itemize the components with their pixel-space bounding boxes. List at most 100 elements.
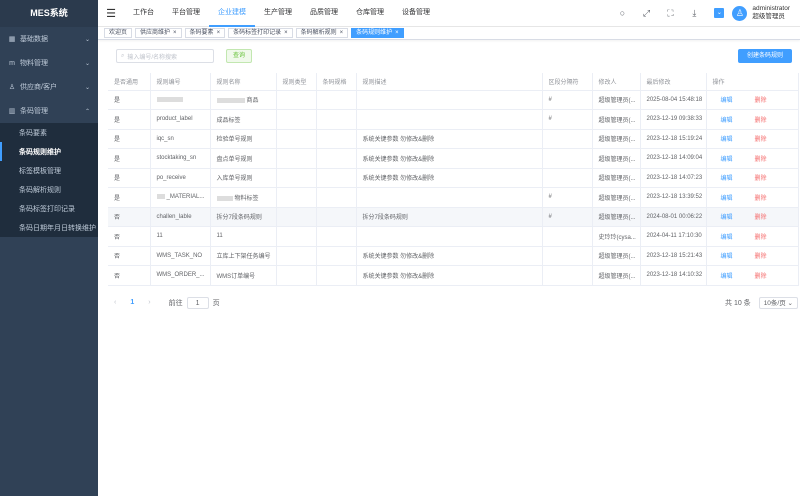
tab-parse-rules[interactable]: 条码解析规则 × — [295, 28, 349, 38]
close-icon[interactable]: × — [217, 30, 221, 36]
edit-button[interactable]: 编辑 — [721, 254, 733, 260]
page-number[interactable]: 1 — [130, 299, 134, 306]
edit-button[interactable]: 编辑 — [721, 118, 733, 124]
cell-desc: 系统关键参数 勿修改&删除 — [356, 148, 543, 169]
sidebar-group-supplier[interactable]: ♙ 供应商/客户 ⌄ — [0, 75, 98, 99]
edit-button[interactable]: 编辑 — [721, 137, 733, 143]
sidebar-item-barcode-rules[interactable]: 条码规则维护 — [0, 142, 98, 161]
cell-general: 是 — [108, 168, 151, 188]
delete-button[interactable]: 删除 — [755, 196, 767, 202]
edit-button[interactable]: 编辑 — [721, 215, 733, 221]
page-size-select[interactable]: 10条/页 ⌄ — [758, 296, 798, 309]
sidebar-group-basic-data[interactable]: ▦ 基础数据 ⌄ — [0, 27, 98, 51]
cell-modified: 2023-12-18 13:39:52 — [640, 187, 707, 208]
cell-desc: 系统关键参数 勿修改&删除 — [356, 265, 543, 286]
delete-button[interactable]: 删除 — [755, 98, 767, 104]
sidebar-group-material[interactable]: m 物料管理 ⌄ — [0, 51, 98, 75]
close-icon[interactable]: × — [173, 30, 177, 36]
delete-button[interactable]: 删除 — [755, 215, 767, 221]
tab-barcode-elements[interactable]: 条码要素 × — [184, 28, 226, 38]
delete-button[interactable]: 删除 — [755, 176, 767, 182]
nav-equipment[interactable]: 设备管理 — [393, 0, 439, 27]
hamburger-icon[interactable]: ☰ — [98, 7, 124, 20]
dropdown-icon[interactable]: ⌄ — [714, 8, 725, 18]
cell-name: 盘点单号规则 — [210, 148, 277, 169]
sidebar-group-barcode[interactable]: ▥ 条码管理 ⌃ — [0, 99, 98, 123]
nav-workbench[interactable]: 工作台 — [124, 0, 163, 27]
prev-page-icon[interactable]: ‹ — [114, 299, 116, 306]
cell-actions: 编辑 删除 — [706, 226, 799, 247]
scan-icon[interactable]: ⛶ — [658, 8, 682, 19]
edit-button[interactable]: 编辑 — [721, 176, 733, 182]
sidebar-item-date-conversion[interactable]: 条码日期年月日转换维护 — [0, 218, 98, 237]
col-separator: 区段分隔符 — [542, 73, 593, 91]
close-icon[interactable]: × — [340, 30, 344, 36]
search-input[interactable]: ⌕ 输入编号/名称搜索 — [116, 49, 214, 63]
edit-button[interactable]: 编辑 — [721, 157, 733, 163]
cell-code: iqc_sn — [150, 129, 211, 149]
nav-production[interactable]: 生产管理 — [255, 0, 301, 27]
edit-button[interactable]: 编辑 — [721, 235, 733, 241]
cell-code: stocktaking_sn — [150, 148, 211, 169]
cell-actions: 编辑 删除 — [706, 246, 799, 266]
cell-modified: 2023-12-18 15:19:24 — [640, 129, 707, 149]
cell-spec — [316, 207, 357, 227]
cell-actions: 编辑 删除 — [706, 207, 799, 227]
cell-modified: 2023-12-18 14:07:23 — [640, 168, 707, 188]
close-icon[interactable]: × — [395, 30, 399, 36]
cell-name: 成品标签 — [210, 109, 277, 130]
edit-button[interactable]: 编辑 — [721, 196, 733, 202]
nav-quality[interactable]: 品质管理 — [301, 0, 347, 27]
delete-button[interactable]: 删除 — [755, 137, 767, 143]
tab-welcome[interactable]: 欢迎页 — [104, 28, 133, 38]
redacted-text — [216, 195, 233, 201]
app-logo: MES系统 — [0, 0, 98, 27]
query-button[interactable]: 查询 — [226, 49, 253, 63]
sidebar-item-barcode-elements[interactable]: 条码要素 — [0, 123, 98, 142]
delete-button[interactable]: 删除 — [755, 157, 767, 163]
nav-enterprise-modeling[interactable]: 企业建模 — [209, 0, 255, 27]
cell-actions: 编辑 删除 — [706, 129, 799, 149]
close-icon[interactable]: × — [284, 30, 288, 36]
next-page-icon[interactable]: › — [148, 299, 150, 306]
sidebar-item-parse-rules[interactable]: 条码解析规则 — [0, 180, 98, 199]
cell-code: po_receive — [150, 168, 211, 188]
cell-general: 否 — [108, 226, 151, 247]
edit-button[interactable]: 编辑 — [721, 274, 733, 280]
create-rule-button[interactable]: 创建条码规则 — [737, 49, 792, 63]
cell-modified: 2024-04-11 17:10:30 — [640, 226, 707, 247]
table-row: 是 product_label 成品标签 # 超级管理员(... 2023-12-19 0… — [108, 109, 799, 130]
tab-barcode-rules[interactable]: 条码规则维护 × — [351, 28, 404, 38]
cell-actions: 编辑 删除 — [706, 148, 799, 169]
download-icon[interactable]: ⤓ — [682, 8, 706, 19]
cell-desc — [356, 109, 543, 130]
cell-sep — [542, 148, 593, 169]
table-body: 是商品 # 超级管理员(... 2025-08-04 15:48:18 编辑 删除是 pro… — [108, 90, 799, 286]
col-code: 规则编号 — [150, 73, 211, 91]
delete-button[interactable]: 删除 — [755, 235, 767, 241]
cell-type — [276, 246, 317, 266]
goto-page-input[interactable]: 1 — [186, 296, 209, 309]
cell-general: 是 — [108, 148, 151, 169]
user-role: 超级管理员 — [752, 13, 785, 20]
cell-type — [276, 129, 317, 149]
cell-modifier: 超级管理员(... — [592, 109, 641, 130]
table-row: 是 po_receive 入库单号规则 系统关键参数 勿修改&删除 超级管理员(... 2… — [108, 168, 799, 188]
delete-button[interactable]: 删除 — [755, 118, 767, 124]
edit-button[interactable]: 编辑 — [721, 98, 733, 104]
nav-platform[interactable]: 平台管理 — [163, 0, 209, 27]
search-icon[interactable]: ○ — [610, 8, 634, 18]
nav-warehouse[interactable]: 仓库管理 — [347, 0, 393, 27]
delete-button[interactable]: 删除 — [755, 274, 767, 280]
cell-sep: # — [542, 207, 593, 227]
fullscreen-icon[interactable]: ⤢ — [634, 8, 658, 19]
user-menu[interactable]: ♙ administrator 超级管理员 — [732, 5, 790, 21]
top-bar: ☰ 工作台 平台管理 企业建模 生产管理 品质管理 仓库管理 设备管理 ○ ⤢ … — [98, 0, 800, 27]
table-row: 是 商品 # 超级管理员(... 2025-08-04 15:48:18 编辑 删除 — [108, 90, 799, 110]
tab-print-records[interactable]: 条码标签打印记录 × — [228, 28, 293, 38]
sidebar-item-label-templates[interactable]: 标签模板管理 — [0, 161, 98, 180]
tab-supplier[interactable]: 供应商维护 × — [135, 28, 182, 38]
col-modified: 最后修改 — [640, 73, 707, 91]
sidebar-item-print-records[interactable]: 条码标签打印记录 — [0, 199, 98, 218]
delete-button[interactable]: 删除 — [755, 254, 767, 260]
